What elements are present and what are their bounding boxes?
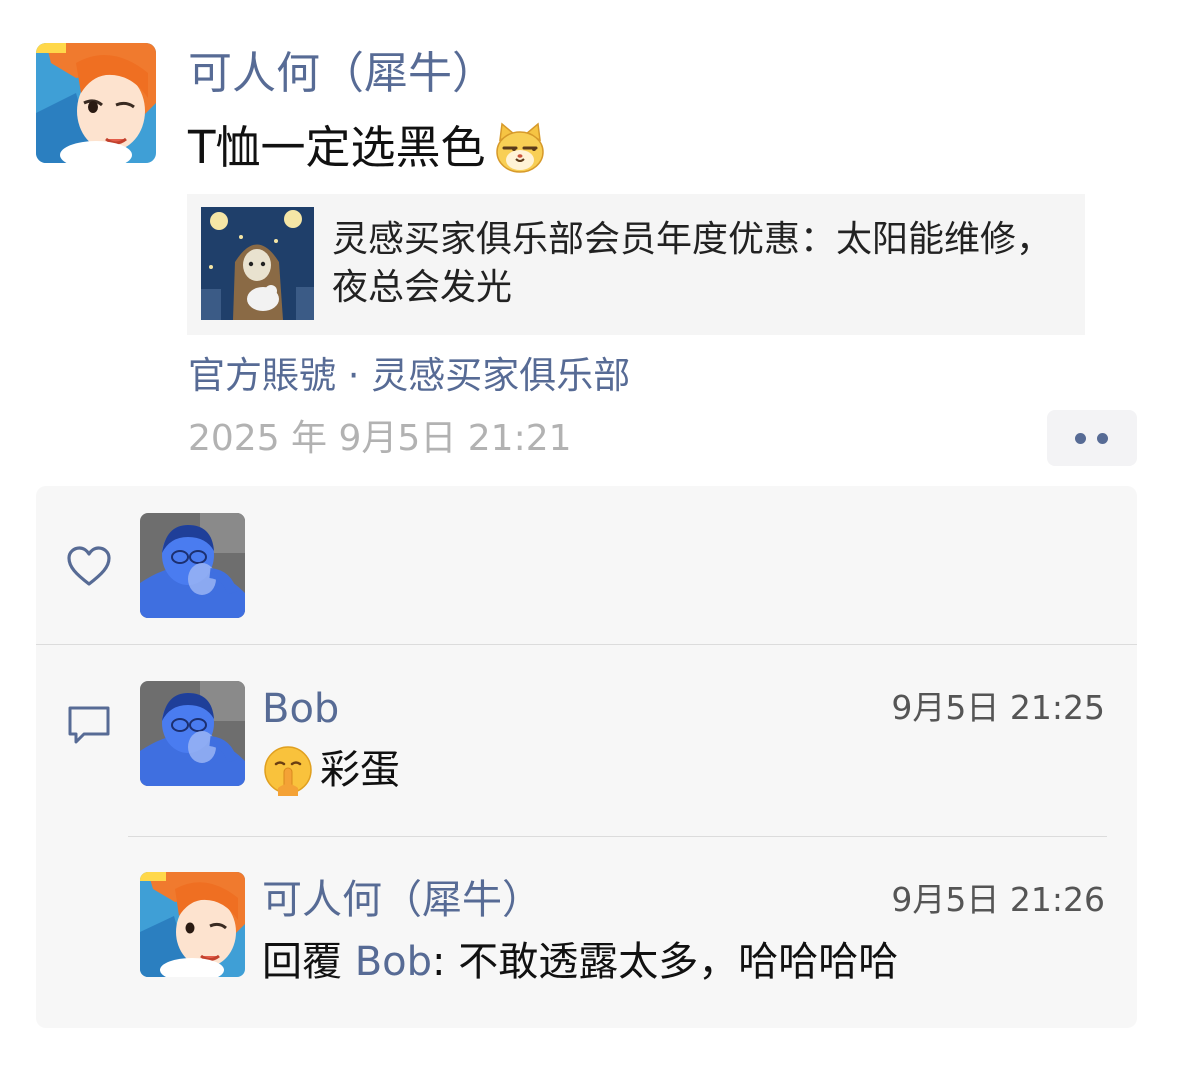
article-thumbnail [201, 207, 314, 320]
reply-content: : 不敢透露太多，哈哈哈哈 [432, 939, 899, 985]
more-dots-icon [1075, 433, 1086, 444]
article-title: 灵感买家俱乐部会员年度优惠：太阳能维修，夜总会发光 [332, 219, 1053, 308]
comment-author-name[interactable]: Bob [262, 683, 339, 735]
comment-time: 9月5日 21:26 [891, 880, 1105, 919]
comment-time: 9月5日 21:25 [891, 688, 1105, 727]
shushing-face-emoji-icon [262, 744, 314, 796]
commenter-avatar[interactable] [140, 681, 245, 786]
moment-post: 可人何（犀牛） T恤一定选黑色 灵感买家俱乐部会员年度优惠：太阳能维修，夜总会发… [0, 0, 1179, 1076]
author-name[interactable]: 可人何（犀牛） [188, 46, 496, 102]
commenter-avatar[interactable] [140, 872, 245, 977]
post-text: T恤一定选黑色 [188, 118, 548, 178]
post-timestamp: 2025 年 9月5日 21:21 [188, 418, 572, 459]
heart-icon [66, 545, 112, 587]
likes-comments-panel: Bob 9月5日 21:25 彩蛋 可人何（犀牛） 9月5日 21:26 回覆 … [36, 486, 1137, 1028]
cat-smirk-emoji-icon [492, 120, 548, 176]
reply-target-name[interactable]: Bob [355, 934, 432, 990]
comment-author-name[interactable]: 可人何（犀牛） [262, 874, 542, 926]
liker-avatar[interactable] [140, 513, 245, 618]
comment-text-content: 彩蛋 [320, 747, 400, 793]
more-actions-button[interactable] [1047, 410, 1137, 466]
shared-article-card[interactable]: 灵感买家俱乐部会员年度优惠：太阳能维修，夜总会发光 [187, 194, 1085, 335]
comment-bubble-icon [66, 704, 112, 746]
author-avatar[interactable] [36, 43, 156, 163]
reply-prefix: 回覆 [262, 939, 355, 985]
post-text-content: T恤一定选黑色 [188, 121, 486, 174]
official-account-source-link[interactable]: 官方賬號 · 灵感买家俱乐部 [188, 350, 630, 402]
comment-text[interactable]: 彩蛋 [262, 742, 400, 798]
comment-divider [128, 836, 1107, 837]
likes-divider [36, 644, 1137, 645]
more-dots-icon [1097, 433, 1108, 444]
comment-reply-text[interactable]: 回覆 Bob : 不敢透露太多，哈哈哈哈 [262, 934, 898, 990]
